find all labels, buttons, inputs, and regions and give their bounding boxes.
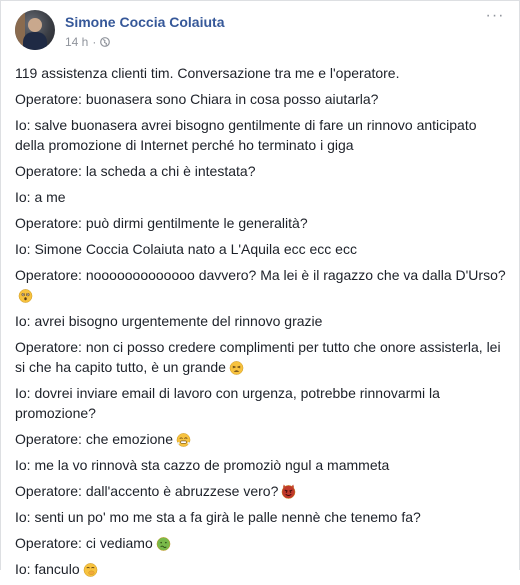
globe-icon[interactable] bbox=[100, 37, 111, 47]
paragraph-text: Operatore: ci vediamo bbox=[15, 535, 153, 551]
post-paragraph: Io: me la vo rinnovà sta cazzo de promoz… bbox=[15, 455, 507, 475]
post-paragraph: Operatore: dall'accento è abruzzese vero… bbox=[15, 481, 507, 501]
author-name[interactable]: Simone Coccia Colaiuta bbox=[65, 14, 224, 30]
post-paragraph: Io: fanculo bbox=[15, 559, 507, 579]
meta-separator: · bbox=[92, 35, 97, 49]
post-header: Simone Coccia Colaiuta 14 h · ··· bbox=[15, 8, 505, 54]
post-timestamp[interactable]: 14 h bbox=[65, 35, 88, 49]
paragraph-text: Operatore: dall'accento è abruzzese vero… bbox=[15, 483, 279, 499]
paragraph-text: Io: a me bbox=[15, 189, 66, 205]
post-paragraph: Operatore: che emozione bbox=[15, 429, 507, 449]
paragraph-text: Io: senti un po' mo me sta a fa girà le … bbox=[15, 509, 421, 525]
post-paragraph: Operatore: la scheda a chi è intestata? bbox=[15, 161, 507, 181]
paragraph-text: 119 assistenza clienti tim. Conversazion… bbox=[15, 65, 400, 81]
facebook-post-card: Simone Coccia Colaiuta 14 h · ··· 119 as… bbox=[0, 0, 520, 577]
post-paragraph: Operatore: nooooooooooooo davvero? Ma le… bbox=[15, 265, 507, 305]
post-paragraph: Operatore: ci vediamo bbox=[15, 533, 507, 553]
paragraph-text: Operatore: nooooooooooooo davvero? Ma le… bbox=[15, 267, 506, 283]
devil-face-icon bbox=[282, 484, 296, 499]
paragraph-text: Io: Simone Coccia Colaiuta nato a L'Aqui… bbox=[15, 241, 357, 257]
post-paragraph: Io: Simone Coccia Colaiuta nato a L'Aqui… bbox=[15, 239, 507, 259]
paragraph-text: Io: dovrei inviare email di lavoro con u… bbox=[15, 385, 440, 421]
post-paragraph: Io: a me bbox=[15, 187, 507, 207]
paragraph-text: Operatore: non ci posso credere complime… bbox=[15, 339, 501, 375]
paragraph-text: Io: avrei bisogno urgentemente del rinno… bbox=[15, 313, 323, 329]
paragraph-text: Io: me la vo rinnovà sta cazzo de promoz… bbox=[15, 457, 390, 473]
post-paragraph: Operatore: non ci posso credere complime… bbox=[15, 337, 507, 377]
post-meta: 14 h · bbox=[65, 35, 111, 49]
more-options-icon[interactable]: ··· bbox=[485, 8, 505, 26]
post-paragraph: Operatore: buonasera sono Chiara in cosa… bbox=[15, 89, 507, 109]
paragraph-text: Operatore: la scheda a chi è intestata? bbox=[15, 163, 256, 179]
paragraph-text: Io: salve buonasera avrei bisogno gentil… bbox=[15, 117, 477, 153]
paragraph-text: Operatore: buonasera sono Chiara in cosa… bbox=[15, 91, 379, 107]
post-paragraph: Operatore: può dirmi gentilmente le gene… bbox=[15, 213, 507, 233]
astonished-face-icon bbox=[18, 289, 33, 303]
paragraph-text: Operatore: può dirmi gentilmente le gene… bbox=[15, 215, 308, 231]
paragraph-text: Io: fanculo bbox=[15, 561, 80, 577]
nauseated-face-icon bbox=[156, 537, 171, 551]
post-paragraph: Io: avrei bisogno urgentemente del rinno… bbox=[15, 311, 507, 331]
avatar[interactable] bbox=[15, 10, 55, 50]
post-body: 119 assistenza clienti tim. Conversazion… bbox=[15, 63, 507, 585]
post-paragraph: Io: dovrei inviare email di lavoro con u… bbox=[15, 383, 507, 423]
paragraph-text: Operatore: che emozione bbox=[15, 431, 173, 447]
post-paragraph: Io: salve buonasera avrei bisogno gentil… bbox=[15, 115, 507, 155]
post-paragraph: 119 assistenza clienti tim. Conversazion… bbox=[15, 63, 507, 83]
steam-face-icon bbox=[176, 433, 191, 447]
tired-face-icon bbox=[229, 361, 244, 375]
post-paragraph: Io: senti un po' mo me sta a fa girà le … bbox=[15, 507, 507, 527]
